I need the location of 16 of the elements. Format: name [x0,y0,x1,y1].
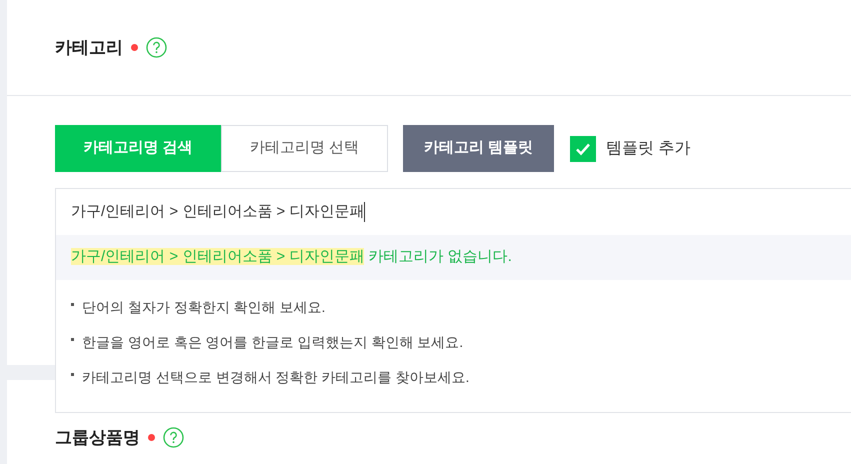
tip-text: 한글을 영어로 혹은 영어를 한글로 입력했는지 확인해 보세요. [82,333,464,352]
help-icon[interactable] [163,427,184,448]
category-tab[interactable]: 카테고리명 선택 [221,125,388,172]
template-button[interactable]: 카테고리 템플릿 [403,125,554,172]
checkbox[interactable] [570,136,596,162]
bullet-icon [71,373,74,376]
tip-text: 단어의 철자가 정확한지 확인해 보세요. [82,298,326,317]
section-title: 카테고리 [55,36,123,59]
checkbox-label: 템플릿 추가 [606,138,690,158]
tip-text: 카테고리명 선택으로 변경해서 정확한 카테고리를 찾아보세요. [82,368,470,387]
section-title: 그룹상품명 [55,427,140,449]
no-result-message: 가구/인테리어 > 인테리어소품 > 디자인문패 카테고리가 없습니다. [71,247,512,268]
help-icon[interactable] [146,37,167,58]
bullet-icon [71,303,74,306]
bullet-icon [71,338,74,341]
search-field[interactable]: 가구/인테리어 > 인테리어소품 > 디자인문패 [56,189,851,235]
